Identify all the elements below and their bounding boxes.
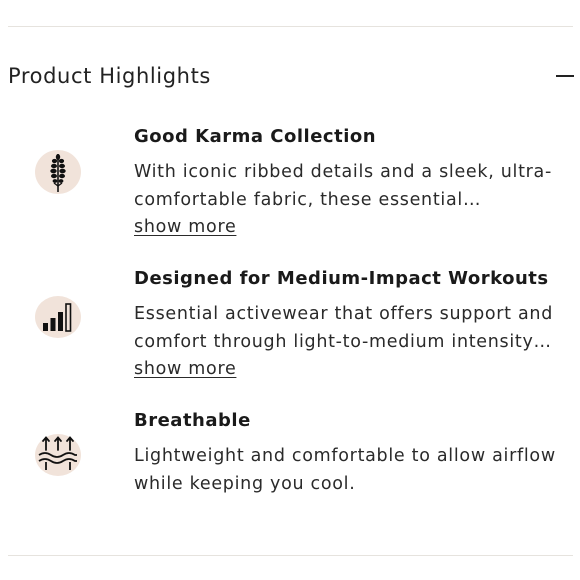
section-title: Product Highlights (8, 64, 211, 88)
description-line: comfortable fabric, these essential… (134, 189, 482, 210)
minus-icon[interactable] (556, 75, 574, 77)
highlight-description: Lightweight and comfortable to allow air… (134, 443, 574, 498)
bottom-divider (8, 555, 573, 556)
description-line: comfort through light-to-medium intensit… (134, 331, 552, 352)
product-highlights-accordion-header[interactable]: Product Highlights (8, 58, 574, 94)
highlight-description: Essential activewear that offers support… (134, 301, 574, 356)
highlight-text: Good Karma Collection With iconic ribbed… (134, 124, 574, 241)
top-divider (8, 26, 573, 27)
airflow-waves-icon (34, 430, 82, 478)
show-more-link[interactable]: show more (134, 356, 236, 383)
highlight-text: Designed for Medium-Impact Workouts Esse… (134, 266, 574, 383)
lavender-sprig-icon (34, 148, 82, 196)
highlight-title: Breathable (134, 410, 251, 431)
highlight-text: Breathable Lightweight and comfortable t… (134, 408, 574, 498)
highlight-description: With iconic ribbed details and a sleek, … (134, 159, 574, 214)
description-line: Essential activewear that offers support… (134, 304, 554, 324)
show-more-link[interactable]: show more (134, 214, 236, 241)
description-line: Lightweight and comfortable to allow air… (134, 446, 556, 466)
highlight-title: Good Karma Collection (134, 126, 377, 147)
intensity-bars-icon (34, 292, 82, 340)
description-line: while keeping you cool. (134, 473, 356, 494)
highlight-title: Designed for Medium-Impact Workouts (134, 268, 549, 289)
description-line: With iconic ribbed details and a sleek, … (134, 162, 552, 182)
